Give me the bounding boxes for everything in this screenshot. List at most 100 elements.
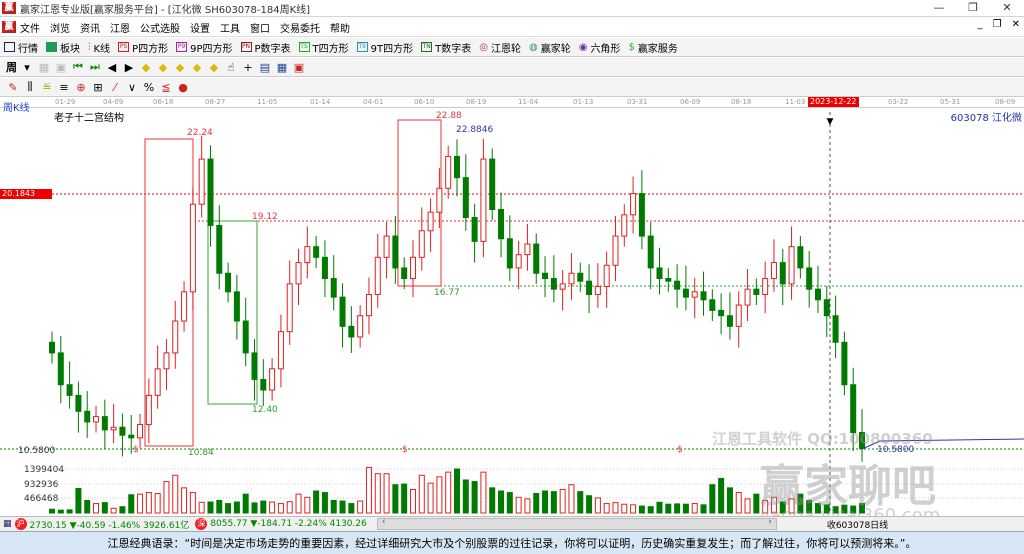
volume-bar [718,477,725,514]
candle-down [251,352,258,380]
tool-icon[interactable]: ∨ [125,81,139,94]
menu-news[interactable]: 资讯 [80,20,100,35]
candle-down [119,426,126,436]
crosshair-icon[interactable]: + [241,61,255,74]
toolbar-quotes[interactable]: 行情 [4,40,38,55]
time-tick: 06-09 [680,98,701,106]
toolbar-service[interactable]: $ 赢家服务 [628,40,677,55]
mdi-minimize-button[interactable]: _ [978,19,983,30]
zoom-icon[interactable]: ◆ [139,61,153,74]
menu-gann[interactable]: 江恩 [110,20,130,35]
toolbar-hexagon[interactable]: ◉ 六角形 [579,40,621,55]
toolbar-t-table[interactable]: TN T数字表 [421,40,471,55]
toolbar-sectors[interactable]: 板块 [46,40,80,55]
horizontal-scrollbar[interactable]: ‹ › [376,517,777,530]
mdi-restore-button[interactable]: ❐ [993,19,1002,30]
volume-bar [568,484,575,514]
first-icon[interactable]: ⏮ [71,60,85,74]
label: 9P四方形 [190,43,233,55]
kline-chart[interactable]: ▼ 22.24 19.12 12.40 10.84 22.88 22.8846 16.77 10… [0,108,1024,516]
chart-title: 老子十二宫结构 [54,113,124,124]
tool-icon[interactable]: % [142,81,156,94]
blocks-icon [46,42,57,52]
calculator-icon[interactable]: ▦ [275,61,289,74]
volume-bar [216,499,223,514]
menu-browse[interactable]: 浏览 [50,20,70,35]
candle-up [480,158,487,242]
candle-up [189,203,196,293]
toolbar-9p-square[interactable]: P9 9P四方形 [176,40,233,55]
candle-up [295,262,302,285]
menu-tools[interactable]: 工具 [220,20,240,35]
volume-bar [726,487,733,514]
zoom-icon[interactable]: ◆ [190,61,204,74]
volume-bar [550,491,557,514]
price-label: 22.8846 [456,125,493,135]
save-icon[interactable]: ▣ [292,61,306,74]
toolbar-gann-wheel[interactable]: ◎ 江恩轮 [479,40,521,55]
pen-icon[interactable]: ✎ [6,81,20,94]
tool-icon[interactable]: ⊞ [91,81,105,94]
candle-down [84,410,91,423]
tool-icon[interactable]: ▦ [37,61,51,74]
volume-bar [436,476,443,514]
minimize-button[interactable]: — [922,0,956,16]
toolbar-kline[interactable]: ⫶ K线 [88,40,110,55]
time-tick: 01-14 [310,98,331,106]
toolbar-t-square[interactable]: TS T四方形 [298,40,349,55]
volume-bar [339,500,346,514]
period-select[interactable]: 周 [6,59,17,75]
toolbar-p-table[interactable]: PN P数字表 [240,40,291,55]
volume-bar [832,506,839,514]
t9-icon: T9 [356,42,368,52]
label: 赢家服务 [637,43,678,55]
hand-icon[interactable]: ☝ [224,61,238,74]
right-icon[interactable]: ▶ [122,61,136,74]
label: 六角形 [590,43,621,55]
tool-icon[interactable]: ▣ [54,61,68,74]
tool-icon[interactable]: ≝ [40,81,54,94]
candle-down [233,291,240,322]
volume-bar [189,492,196,514]
tool-icon[interactable]: ⊕ [74,81,88,94]
toolbar-winner-wheel[interactable]: ◍ 赢家轮 [529,40,571,55]
app-logo-icon: 赢 [2,2,16,14]
tool-icon[interactable]: ≡ [57,81,71,94]
menu-trade[interactable]: 交易委托 [280,20,320,35]
zoom-icon[interactable]: ◆ [207,61,221,74]
candle-up [374,256,381,295]
zoom-icon[interactable]: ◆ [173,61,187,74]
tool-icon[interactable]: ≦ [159,81,173,94]
close-button[interactable]: ✕ [990,0,1024,16]
candle-down [586,280,593,295]
mdi-close-button[interactable]: ✕ [1012,19,1020,30]
dropdown-icon[interactable]: ▾ [20,61,34,74]
scroll-left-icon[interactable]: ‹ [382,517,386,527]
menu-settings[interactable]: 设置 [190,20,210,35]
toolbar-p-square[interactable]: PS P四方形 [118,40,168,55]
tool-icon[interactable]: ⁄ [108,81,122,94]
menu-file[interactable]: 文件 [20,20,40,35]
zoom-icon[interactable]: ◆ [156,61,170,74]
menu-formula[interactable]: 公式选股 [140,20,180,35]
volume-bar [286,501,293,514]
scroll-right-icon[interactable]: › [768,517,772,527]
menu-window[interactable]: 窗口 [250,20,270,35]
volume-bar [401,483,408,514]
candle-down [462,177,469,218]
grid-icon[interactable]: ▦ [3,519,12,529]
lines-icon[interactable]: ⫼ [23,80,37,94]
candle-up [304,246,311,264]
candle-down [128,434,135,439]
main-toolbar: 行情 板块 ⫶ K线 PS P四方形 P9 9P四方形 PN P数字表 TS T四方形 T… [0,38,1024,57]
maximize-button[interactable]: ❐ [956,0,990,16]
left-icon[interactable]: ◀ [105,61,119,74]
volume-bar [630,504,637,514]
last-icon[interactable]: ⏭ [88,60,102,74]
menu-help[interactable]: 帮助 [330,20,350,35]
tool-icon[interactable]: ● [176,81,190,94]
status-bar: ▦ 沪 2730.15 ▼-40.59 -1.46% 3926.61亿 深 80… [0,516,1024,531]
volume-bar [542,490,549,514]
toolbar-9t-square[interactable]: T9 9T四方形 [356,40,413,55]
calendar-icon[interactable]: ▤ [258,61,272,74]
